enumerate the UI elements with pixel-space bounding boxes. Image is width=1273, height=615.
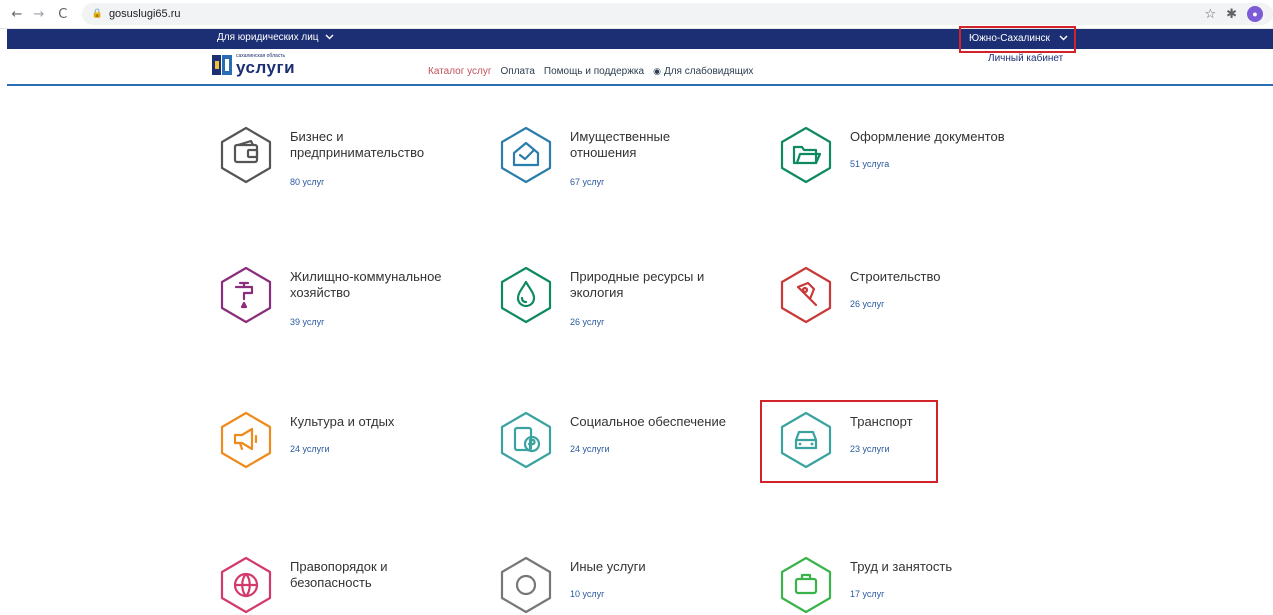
category-title: Культура и отдых	[290, 414, 394, 430]
menu-item-accessibility[interactable]: ◉ Для слабовидящих	[653, 66, 753, 77]
back-arrow-icon[interactable]: ←	[8, 7, 26, 22]
extensions-icon[interactable]: ✱	[1226, 7, 1237, 22]
category-title: Бизнес и предпринимательство	[290, 129, 424, 161]
category-title-line: безопасность	[290, 575, 372, 590]
category-title: Иные услуги	[570, 559, 646, 575]
category-count: 39 услуг	[290, 317, 325, 327]
chevron-down-icon	[325, 34, 334, 40]
browser-toolbar: ← → C 🔒 gosuslugi65.ru ☆ ✱ ●	[0, 0, 1273, 29]
legal-entities-dropdown[interactable]: Для юридических лиц	[217, 32, 334, 43]
category-count: 24 услуги	[290, 444, 330, 454]
personal-cabinet-link[interactable]: Личный кабинет	[988, 53, 1063, 64]
region-label: Южно-Сахалинск	[969, 33, 1050, 44]
reload-icon[interactable]: C	[54, 7, 72, 22]
megaphone-icon	[220, 411, 272, 469]
category-title-line: Правопорядок и	[290, 559, 388, 574]
category-title: Имущественные отношения	[570, 129, 670, 161]
category-title: Социальное обеспечение	[570, 414, 726, 430]
trowel-icon	[780, 266, 832, 324]
category-count: 10 услуг	[570, 589, 605, 599]
region-selector[interactable]: Южно-Сахалинск	[959, 26, 1076, 53]
ruble-doc-icon	[500, 411, 552, 469]
category-card[interactable]: Культура и отдых 24 услуги	[218, 410, 458, 470]
category-title: Строительство	[850, 269, 940, 285]
category-title-line: Иные услуги	[570, 559, 646, 574]
coat-of-arms-icon	[212, 55, 232, 75]
drop-icon	[500, 266, 552, 324]
category-title-line: Природные ресурсы и	[570, 269, 705, 284]
category-title: Оформление документов	[850, 129, 1005, 145]
category-card[interactable]: Правопорядок и безопасность	[218, 555, 458, 615]
category-title-line: экология	[570, 285, 624, 300]
category-count: 51 услуга	[850, 159, 890, 169]
site-logo[interactable]: сахалинская область услуги	[212, 54, 295, 76]
category-card[interactable]: Труд и занятость 17 услуг	[778, 555, 1018, 615]
category-title: Труд и занятость	[850, 559, 952, 575]
category-count: 24 услуги	[570, 444, 610, 454]
top-bar: Для юридических лиц Южно-Сахалинск	[7, 26, 1273, 53]
category-card[interactable]: Природные ресурсы и экология 26 услуг	[498, 265, 738, 327]
category-title: Правопорядок и безопасность	[290, 559, 388, 591]
category-card[interactable]: Оформление документов 51 услуга	[778, 125, 1018, 185]
menu-item-payment[interactable]: Оплата	[501, 66, 535, 77]
category-title-line: Труд и занятость	[850, 559, 953, 574]
profile-icon[interactable]: ●	[1247, 6, 1264, 22]
legal-entities-label: Для юридических лиц	[217, 32, 319, 43]
forward-arrow-icon[interactable]: →	[30, 7, 48, 22]
url-text: gosuslugi65.ru	[108, 8, 181, 20]
category-title-line: Строительство	[850, 269, 941, 284]
menu-item-help[interactable]: Помощь и поддержка	[544, 66, 644, 77]
wallet-icon	[220, 126, 272, 184]
lock-icon: 🔒	[91, 9, 103, 19]
category-title-line: Имущественные	[570, 129, 671, 144]
house-check-icon	[500, 126, 552, 184]
category-title-line: отношения	[570, 145, 637, 160]
globe-icon	[220, 556, 272, 614]
logo-title: услуги	[236, 58, 296, 77]
menu-item-accessibility-label: Для слабовидящих	[663, 66, 754, 77]
eye-icon: ◉	[653, 67, 661, 77]
work-icon	[780, 556, 832, 614]
header-divider	[7, 84, 1273, 86]
category-count: 26 услуг	[570, 317, 605, 327]
category-title-line: Оформление документов	[850, 129, 1005, 144]
category-title-line: Социальное обеспечение	[570, 414, 726, 429]
category-count: 17 услуг	[850, 589, 885, 599]
category-title: Природные ресурсы и экология	[570, 269, 704, 301]
category-card[interactable]: Имущественные отношения 67 услуг	[498, 125, 738, 187]
category-title-line: Бизнес и	[290, 129, 344, 144]
category-title-line: хозяйство	[290, 285, 351, 300]
category-card[interactable]: Жилищно-коммунальное хозяйство 39 услуг	[218, 265, 458, 327]
category-title: Жилищно-коммунальное хозяйство	[290, 269, 442, 301]
folder-icon	[780, 126, 832, 184]
menu-item-catalog[interactable]: Каталог услуг	[428, 66, 492, 77]
category-title-line: Жилищно-коммунальное	[290, 269, 442, 284]
category-title-line: предпринимательство	[290, 145, 425, 160]
faucet-icon	[220, 266, 272, 324]
category-card[interactable]: Социальное обеспечение 24 услуги	[498, 410, 738, 470]
main-menu: Каталог услуг Оплата Помощь и поддержка …	[428, 66, 753, 77]
category-count: 26 услуг	[850, 299, 885, 309]
category-card[interactable]: Иные услуги 10 услуг	[498, 555, 738, 615]
address-bar[interactable]: 🔒 gosuslugi65.ru ☆ ✱ ●	[81, 3, 1273, 25]
category-count: 80 услуг	[290, 177, 325, 187]
category-card[interactable]: Бизнес и предпринимательство 80 услуг	[218, 125, 458, 187]
chevron-down-icon	[1059, 35, 1068, 41]
other-icon	[500, 556, 552, 614]
category-count: 67 услуг	[570, 177, 605, 187]
star-icon[interactable]: ☆	[1204, 7, 1216, 22]
category-card[interactable]: Строительство 26 услуг	[778, 265, 1018, 325]
category-title-line: Культура и отдых	[290, 414, 395, 429]
transport-highlight-box	[760, 400, 938, 483]
